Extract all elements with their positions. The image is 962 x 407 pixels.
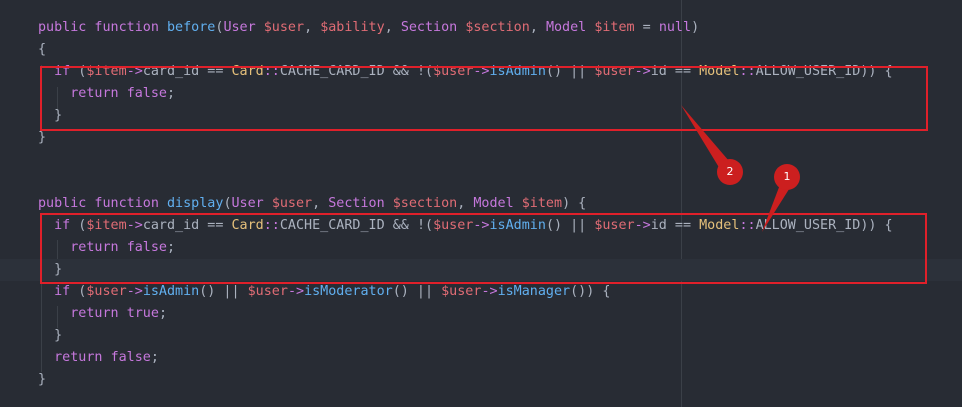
annotation-badge-2: 2 <box>717 159 743 185</box>
annotation-arrows <box>681 105 791 232</box>
annotation-badge-1: 1 <box>774 164 800 190</box>
